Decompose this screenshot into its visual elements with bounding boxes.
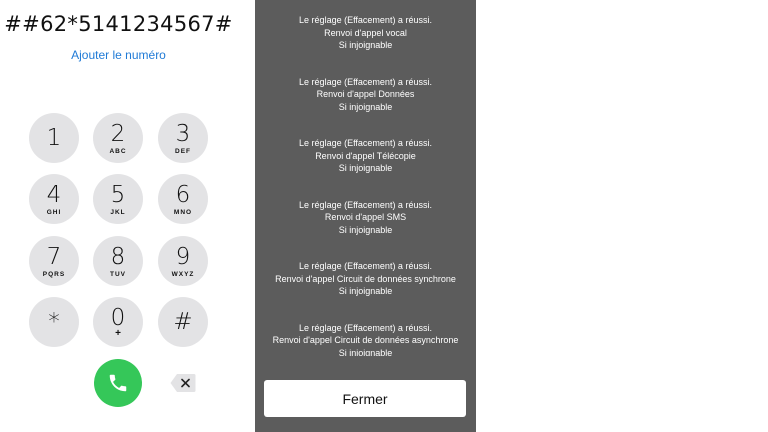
delete-button[interactable] [170,373,196,393]
key-4[interactable]: 4 GHI [29,174,79,224]
key-digit: 3 [175,120,191,147]
close-button[interactable]: Fermer [264,380,466,417]
key-star[interactable]: * [29,297,79,347]
result-message: Le réglage (Effacement) a réussi. Renvoi… [255,199,476,237]
key-digit: 6 [175,181,191,208]
key-9[interactable]: 9 WXYZ [158,236,208,286]
key-hash[interactable]: # [158,297,208,347]
message-service: Renvoi d'appel Circuit de données synchr… [275,273,456,284]
key-letters: MNO [173,208,193,216]
message-status: Le réglage (Effacement) a réussi. [299,322,432,333]
message-service: Renvoi d'appel SMS [324,212,407,222]
dialer-panel: ##62*5141234567# Ajouter le numéro 1 2 A… [0,0,250,432]
phone-icon [109,374,127,392]
key-letters: JKL [110,208,126,216]
key-digit: 8 [110,243,126,270]
key-0[interactable]: 0 + [93,297,143,347]
message-service: Renvoi d'appel vocal [324,27,407,38]
message-status: Le réglage (Effacement) a réussi. [299,261,432,271]
result-message: Le réglage (Effacement) a réussi. Renvoi… [255,322,476,357]
message-service: Renvoi d'appel Circuit de données asynch… [272,335,459,345]
key-8[interactable]: 8 TUV [93,236,143,286]
message-condition: Si injoignable [338,40,393,50]
key-letters: GHI [46,208,62,216]
message-condition: Si injoignable [338,224,393,235]
message-status: Le réglage (Effacement) a réussi. [299,199,432,210]
key-3[interactable]: 3 DEF [158,113,208,163]
message-condition: Si injoignable [338,286,393,296]
dialed-number-display: ##62*5141234567# [4,12,233,36]
add-number-link[interactable]: Ajouter le numéro [0,48,237,62]
key-letters: PQRS [42,270,66,278]
key-letters: ABC [109,147,127,155]
key-letters: WXYZ [171,270,195,278]
result-message: Le réglage (Effacement) a réussi. Renvoi… [255,76,476,114]
key-6[interactable]: 6 MNO [158,174,208,224]
key-digit: 4 [46,181,62,208]
key-digit: 1 [46,125,62,151]
key-letters: DEF [175,147,191,155]
delete-backspace-icon [170,374,196,392]
message-status: Le réglage (Effacement) a réussi. [299,15,432,25]
result-message: Le réglage (Effacement) a réussi. Renvoi… [255,14,476,52]
key-digit: 7 [46,243,62,270]
key-digit: 9 [175,243,191,270]
key-7[interactable]: 7 PQRS [29,236,79,286]
message-service: Renvoi d'appel Données [316,89,415,99]
message-service: Renvoi d'appel Télécopie [315,150,416,161]
result-messages-list[interactable]: Le réglage (Effacement) a réussi. Renvoi… [255,14,476,356]
key-5[interactable]: 5 JKL [93,174,143,224]
result-sheet: Le réglage (Effacement) a réussi. Renvoi… [255,0,476,432]
key-1[interactable]: 1 [29,113,79,163]
key-digit: # [173,309,193,335]
message-status: Le réglage (Effacement) a réussi. [299,138,432,148]
key-2[interactable]: 2 ABC [93,113,143,163]
key-plus: + [115,328,121,339]
key-digit: 2 [110,120,126,147]
result-message: Le réglage (Effacement) a réussi. Renvoi… [255,137,476,175]
key-digit: * [48,309,60,335]
message-condition: Si injoignable [338,347,393,357]
key-letters: TUV [110,270,126,278]
message-condition: Si injoignable [338,163,393,173]
message-condition: Si injoignable [338,101,393,112]
call-button[interactable] [94,359,142,407]
message-status: Le réglage (Effacement) a réussi. [299,76,432,87]
key-digit: 0 [110,305,126,331]
key-digit: 5 [110,181,126,208]
result-message: Le réglage (Effacement) a réussi. Renvoi… [255,260,476,298]
